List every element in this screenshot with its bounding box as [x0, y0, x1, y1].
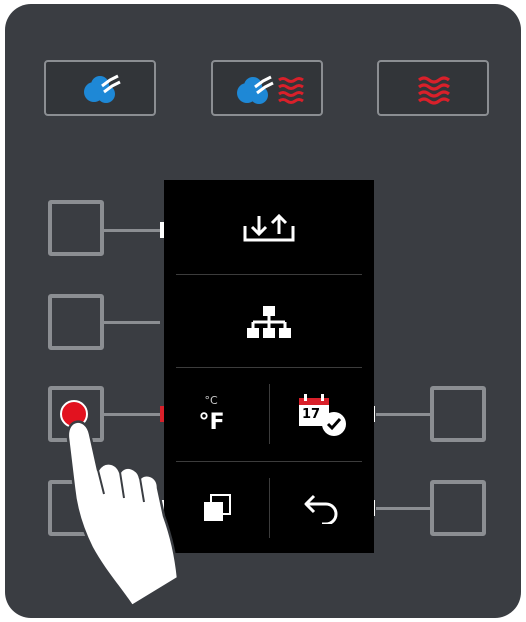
left-button-2[interactable]: [48, 294, 104, 350]
right-button-1[interactable]: [430, 386, 486, 442]
calendar-schedule-icon: 17: [296, 392, 348, 438]
hot-air-mode-button[interactable]: [377, 60, 489, 116]
network-menu-item[interactable]: [164, 275, 374, 368]
pointing-hand-icon: [60, 398, 190, 608]
hot-air-icon: [413, 72, 457, 106]
left-button-1[interactable]: [48, 200, 104, 256]
steam-mode-button[interactable]: [44, 60, 156, 116]
copy-icon: [201, 492, 233, 524]
import-export-menu-item[interactable]: [164, 180, 374, 275]
back-arrow-icon: [302, 492, 342, 524]
fahrenheit-label: °F: [198, 409, 225, 435]
combi-steam-heat-icon: [233, 72, 307, 106]
schedule-menu-item[interactable]: 17: [270, 368, 374, 461]
import-export-icon: [241, 212, 297, 244]
temperature-unit-icon: °C °F: [197, 390, 237, 440]
combi-mode-button[interactable]: [211, 60, 323, 116]
connector-line: [376, 413, 432, 416]
back-menu-item[interactable]: [270, 462, 374, 553]
network-hierarchy-icon: [245, 304, 293, 340]
calendar-day: 17: [302, 406, 321, 422]
right-button-2[interactable]: [430, 480, 486, 536]
connector-line: [104, 321, 160, 324]
connector-line: [376, 507, 432, 510]
display-screen: °C °F 17: [164, 180, 374, 553]
connector-line: [104, 229, 160, 232]
steam-icon: [80, 72, 124, 104]
celsius-label: °C: [204, 393, 218, 407]
